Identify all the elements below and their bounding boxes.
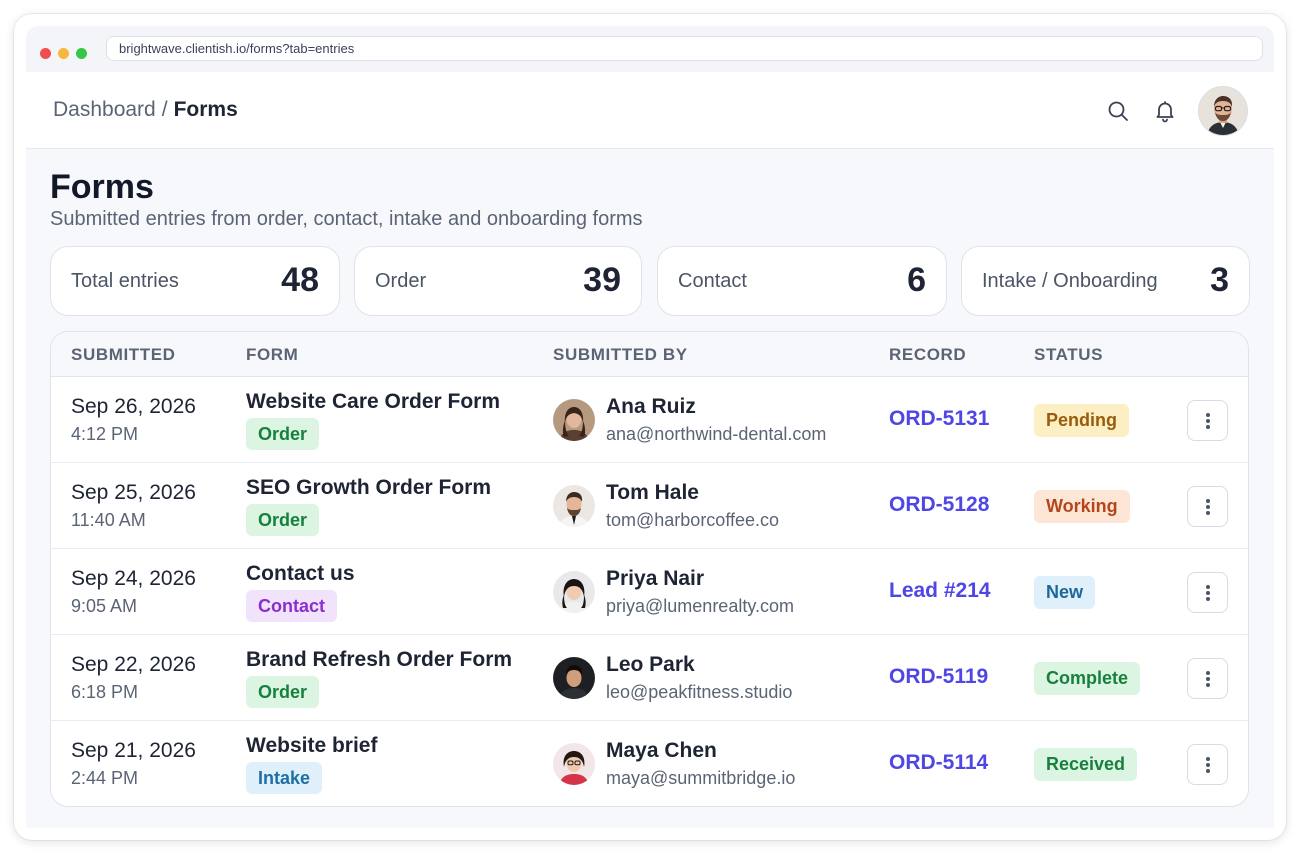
submitted-time: 2:44 PM: [71, 768, 139, 788]
submitted-date: Sep 22, 2026: [71, 653, 196, 676]
form-type-tag: Contact: [246, 590, 337, 622]
stat-label: Intake / Onboarding: [982, 270, 1158, 292]
form-type-tag: Order: [246, 676, 320, 708]
submitter-avatar: [553, 743, 595, 785]
submitter-email: priya@lumenrealty.com: [606, 596, 794, 616]
table-row[interactable]: Sep 21, 2026 2:44 PM Website brief Intak…: [51, 721, 1248, 806]
search-icon: [1108, 101, 1128, 121]
table-row[interactable]: Sep 24, 2026 9:05 AM Contact us Contact …: [51, 549, 1248, 635]
top-bar: Dashboard / Forms: [26, 72, 1274, 149]
more-vertical-icon: [1206, 585, 1210, 589]
notifications-button[interactable]: [1150, 96, 1180, 126]
submitted-date: Sep 25, 2026: [71, 481, 196, 504]
submitter-email: leo@peakfitness.studio: [606, 682, 793, 702]
record-link[interactable]: ORD-5119: [889, 665, 988, 689]
page-subtitle: Submitted entries from order, contact, i…: [50, 208, 643, 230]
submitter-email: maya@summitbridge.io: [606, 768, 796, 788]
form-name: Website Care Order Form: [246, 390, 501, 413]
submitter-name: Ana Ruiz: [606, 395, 696, 418]
entries-table: SUBMITTED FORM SUBMITTED BY RECORD STATU…: [50, 331, 1249, 807]
stat-value: 48: [281, 261, 319, 299]
user-avatar[interactable]: [1199, 87, 1247, 135]
submitter-avatar: [553, 571, 595, 613]
record-link[interactable]: ORD-5131: [889, 407, 989, 431]
more-vertical-icon: [1206, 499, 1210, 503]
status-badge: New: [1034, 576, 1096, 609]
table-row[interactable]: Sep 26, 2026 4:12 PM Website Care Order …: [51, 377, 1248, 463]
more-vertical-icon: [1206, 413, 1210, 417]
submitted-time: 4:12 PM: [71, 424, 139, 444]
stat-label: Contact: [678, 270, 747, 292]
stat-value: 6: [907, 261, 926, 299]
form-name: Contact us: [246, 562, 355, 585]
address-bar[interactable]: brightwave.clientish.io/forms?tab=entrie…: [106, 36, 1263, 61]
column-header-record[interactable]: RECORD: [889, 345, 966, 365]
submitted-date: Sep 24, 2026: [71, 567, 196, 590]
stat-card-order: Order 39: [354, 246, 642, 316]
form-type-tag: Order: [246, 504, 320, 536]
row-actions-button[interactable]: [1187, 744, 1228, 785]
submitted-time: 6:18 PM: [71, 682, 139, 702]
submitter-name: Maya Chen: [606, 739, 717, 762]
maximize-window-dot[interactable]: [76, 48, 87, 59]
search-button[interactable]: [1103, 96, 1133, 126]
column-header-submitted-by[interactable]: SUBMITTED BY: [553, 345, 688, 365]
stat-value: 3: [1210, 261, 1229, 299]
submitter-email: tom@harborcoffee.co: [606, 510, 780, 530]
breadcrumb-separator: /: [161, 98, 168, 121]
submitted-date: Sep 21, 2026: [71, 739, 196, 762]
form-type-tag: Intake: [246, 762, 323, 794]
submitter-email: ana@northwind-dental.com: [606, 424, 827, 444]
breadcrumb-current: Forms: [173, 98, 238, 121]
record-link[interactable]: ORD-5128: [889, 493, 989, 517]
record-link[interactable]: Lead #214: [889, 579, 991, 603]
column-header-submitted[interactable]: SUBMITTED: [71, 345, 176, 365]
bell-icon: [1156, 101, 1174, 123]
submitted-time: 9:05 AM: [71, 596, 138, 616]
column-header-form[interactable]: FORM: [246, 345, 298, 365]
page-title: Forms: [50, 168, 154, 206]
window-controls: [40, 48, 87, 59]
submitter-avatar: [553, 399, 595, 441]
user-avatar-image: [1199, 87, 1247, 135]
stat-label: Order: [375, 270, 427, 292]
submitted-time: 11:40 AM: [71, 510, 146, 530]
status-badge: Received: [1034, 748, 1138, 781]
close-window-dot[interactable]: [40, 48, 51, 59]
minimize-window-dot[interactable]: [58, 48, 69, 59]
form-name: Brand Refresh Order Form: [246, 648, 513, 671]
stat-card-intake-onboarding: Intake / Onboarding 3: [961, 246, 1250, 316]
submitter-avatar: [553, 657, 595, 699]
stat-card-total: Total entries 48: [50, 246, 340, 316]
more-vertical-icon: [1206, 671, 1210, 675]
row-actions-button[interactable]: [1187, 400, 1228, 441]
submitter-name: Priya Nair: [606, 567, 705, 590]
breadcrumb-dashboard[interactable]: Dashboard: [53, 98, 156, 121]
record-link[interactable]: ORD-5114: [889, 751, 988, 775]
stat-card-contact: Contact 6: [657, 246, 947, 316]
stat-value: 39: [583, 261, 621, 299]
row-actions-button[interactable]: [1187, 658, 1228, 699]
submitted-date: Sep 26, 2026: [71, 395, 196, 418]
table-header: SUBMITTED FORM SUBMITTED BY RECORD STATU…: [51, 332, 1248, 377]
column-header-status[interactable]: STATUS: [1034, 345, 1103, 365]
submitter-name: Leo Park: [606, 653, 695, 676]
row-actions-button[interactable]: [1187, 572, 1228, 613]
submitter-name: Tom Hale: [606, 481, 699, 504]
browser-window: brightwave.clientish.io/forms?tab=entrie…: [14, 14, 1286, 840]
form-type-tag: Order: [246, 418, 320, 450]
submitter-avatar: [553, 485, 595, 527]
form-name: SEO Growth Order Form: [246, 476, 492, 499]
table-row[interactable]: Sep 25, 2026 11:40 AM SEO Growth Order F…: [51, 463, 1248, 549]
status-badge: Working: [1034, 490, 1130, 523]
breadcrumb: Dashboard / Forms: [53, 98, 238, 122]
more-vertical-icon: [1206, 757, 1210, 761]
app-content: Dashboard / Forms Forms Submitted entrie…: [26, 72, 1274, 828]
form-name: Website brief: [246, 734, 378, 757]
table-row[interactable]: Sep 22, 2026 6:18 PM Brand Refresh Order…: [51, 635, 1248, 721]
status-badge: Pending: [1034, 404, 1129, 437]
row-actions-button[interactable]: [1187, 486, 1228, 527]
status-badge: Complete: [1034, 662, 1141, 695]
stat-label: Total entries: [71, 270, 179, 292]
